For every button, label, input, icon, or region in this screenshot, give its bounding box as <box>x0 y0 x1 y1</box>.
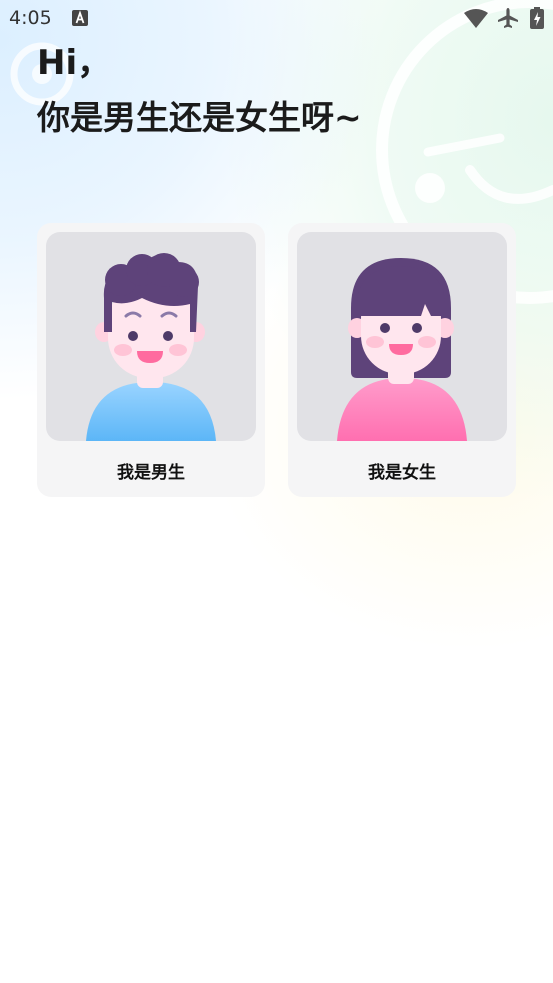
battery-charging-icon <box>530 7 544 29</box>
boy-option-card[interactable]: 我是男生 <box>37 223 265 497</box>
text-input-a-icon <box>72 10 88 26</box>
boy-option-label: 我是男生 <box>117 463 185 483</box>
girl-option-card[interactable]: 我是女生 <box>288 223 516 497</box>
status-bar: 4:05 <box>0 0 553 36</box>
airplane-mode-icon <box>498 8 518 28</box>
gender-question: 你是男生还是女生呀~ <box>37 98 362 137</box>
boy-avatar <box>46 232 256 441</box>
girl-avatar <box>297 232 507 441</box>
greeting-title: Hi， <box>37 43 112 83</box>
status-time: 4:05 <box>9 7 52 29</box>
wifi-icon <box>464 9 488 28</box>
girl-option-label: 我是女生 <box>368 463 436 483</box>
